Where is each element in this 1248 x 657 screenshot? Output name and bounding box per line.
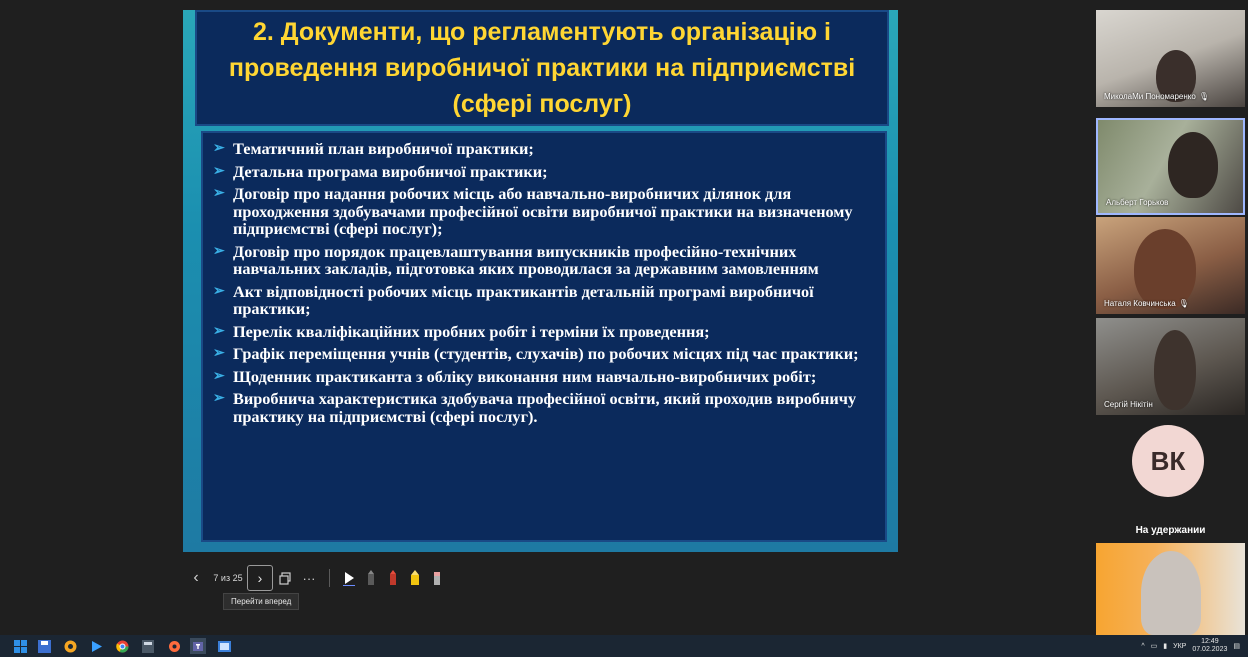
participant-name: Альберт Горьков xyxy=(1106,198,1169,207)
bullet-arrow-icon: ➢ xyxy=(213,163,225,179)
bullet-arrow-icon: ➢ xyxy=(213,391,225,406)
bullet-arrow-icon: ➢ xyxy=(213,323,225,339)
slide-toolbar: ‹ 7 из 25 › ··· xyxy=(183,563,448,593)
participant-tile[interactable]: Сергій Нікітін xyxy=(1096,318,1245,415)
participant-name: МиколаМи Пономаренко 🎙 xyxy=(1104,92,1209,101)
on-hold-label: На удержании xyxy=(1135,525,1206,536)
slide-title-box: 2. Документи, що регламентують організац… xyxy=(195,10,889,126)
participant-tile[interactable]: МиколаМи Пономаренко 🎙 xyxy=(1096,10,1245,107)
settings-icon[interactable] xyxy=(166,638,182,654)
previous-slide-button[interactable]: ‹ xyxy=(183,565,209,591)
slide-title: 2. Документи, що регламентують організац… xyxy=(228,18,856,118)
mic-muted-icon: 🎙 xyxy=(1198,92,1209,101)
slide: 2. Документи, що регламентують організац… xyxy=(183,10,898,552)
network-icon[interactable]: ▭ xyxy=(1151,642,1158,650)
participant-video xyxy=(1154,330,1196,410)
start-icon[interactable] xyxy=(12,638,28,654)
list-item: ➢ Договір про порядок працевлаштування ви… xyxy=(213,241,819,278)
teams-icon[interactable] xyxy=(190,638,206,654)
bullet-arrow-icon: ➢ xyxy=(213,346,225,361)
tray-chevron-icon[interactable]: ^ xyxy=(1141,643,1144,650)
slide-body: ➢ Тематичний план виробничої практики; ➢ Д… xyxy=(201,131,887,542)
eraser-icon[interactable] xyxy=(426,565,448,591)
bullet-arrow-icon: ➢ xyxy=(213,283,225,299)
pen-black-icon[interactable] xyxy=(360,565,382,591)
language-indicator[interactable]: УКР xyxy=(1173,643,1186,650)
participant-name: Наталя Ковчинська 🎙 xyxy=(1104,299,1189,308)
slide-bullet-list: ➢ Тематичний план виробничої практики; ➢ Д… xyxy=(213,140,871,425)
more-options-button[interactable]: ··· xyxy=(297,565,321,591)
list-item: ➢ Акт відповідності робочих місць практик… xyxy=(213,281,814,318)
windows-taskbar: ^ ▭ ▮ УКР 12:49 07.02.2023 ▤ xyxy=(0,635,1248,657)
notifications-icon[interactable]: ▤ xyxy=(1233,642,1240,650)
list-item: ➢ Виробнича характеристика здобувача проф… xyxy=(213,389,857,426)
system-tray: ^ ▭ ▮ УКР 12:49 07.02.2023 ▤ xyxy=(1141,635,1240,657)
highlighter-yellow-icon[interactable] xyxy=(404,565,426,591)
presenter-video xyxy=(1141,551,1201,635)
bullet-arrow-icon: ➢ xyxy=(213,243,225,259)
avatar[interactable]: ВК xyxy=(1132,425,1204,497)
participants-panel: МиколаМи Пономаренко 🎙 Альберт Горьков На… xyxy=(1093,0,1248,635)
participant-name: Сергій Нікітін xyxy=(1104,400,1153,409)
list-item: ➢ Перелік кваліфікаційних пробних робіт і… xyxy=(213,321,710,341)
bullet-arrow-icon: ➢ xyxy=(213,141,225,156)
media-player-icon[interactable] xyxy=(88,638,104,654)
bullet-arrow-icon: ➢ xyxy=(213,368,225,384)
presenter-video-tile[interactable] xyxy=(1096,543,1245,635)
participant-tile[interactable]: Альберт Горьков xyxy=(1096,118,1245,215)
page-counter: 7 из 25 xyxy=(213,573,243,583)
toolbar-divider xyxy=(329,569,330,587)
next-slide-button[interactable]: › xyxy=(247,565,273,591)
list-item: ➢ Договір про надання робочих місць або н… xyxy=(213,184,853,238)
clock[interactable]: 12:49 07.02.2023 xyxy=(1192,638,1227,654)
list-item: ➢ Детальна програма виробничої практики; xyxy=(213,161,548,181)
pointer-tool-icon[interactable] xyxy=(338,565,360,591)
app-icon[interactable] xyxy=(62,638,78,654)
participant-video xyxy=(1168,132,1218,198)
list-item: ➢ Щоденник практиканта з обліку виконання… xyxy=(213,366,817,386)
next-slide-tooltip: Перейти вперед xyxy=(223,593,300,610)
calculator-icon[interactable] xyxy=(140,638,156,654)
viewer-icon[interactable] xyxy=(216,638,232,654)
mic-muted-icon: 🎙 xyxy=(1178,299,1189,308)
pen-red-icon[interactable] xyxy=(382,565,404,591)
slides-overview-icon[interactable] xyxy=(273,565,297,591)
bullet-arrow-icon: ➢ xyxy=(213,186,225,201)
participant-video xyxy=(1134,229,1196,309)
chrome-icon[interactable] xyxy=(114,638,130,654)
participant-tile[interactable]: Наталя Ковчинська 🎙 xyxy=(1096,217,1245,314)
volume-icon[interactable]: ▮ xyxy=(1163,642,1167,650)
save-icon[interactable] xyxy=(36,638,52,654)
list-item: ➢ Графік переміщення учнів (студентів, сл… xyxy=(213,344,859,363)
list-item: ➢ Тематичний план виробничої практики; xyxy=(213,139,534,158)
presentation-window: 2. Документи, що регламентують організац… xyxy=(0,0,1248,635)
